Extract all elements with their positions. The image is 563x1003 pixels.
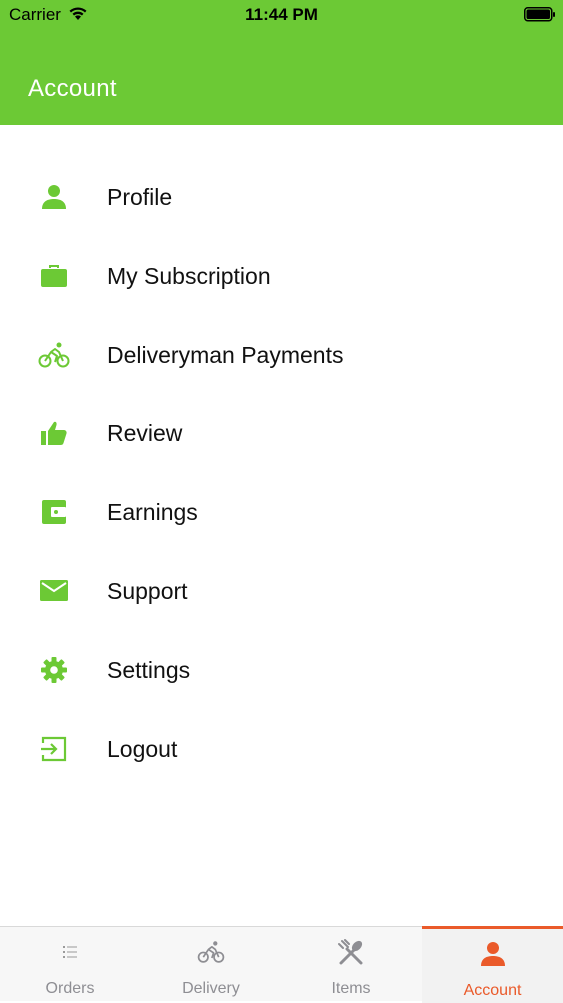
- menu-item-label: Deliveryman Payments: [107, 341, 344, 368]
- status-bar: Carrier 11:44 PM: [0, 0, 563, 30]
- status-time: 11:44 PM: [245, 5, 318, 24]
- tab-bar: Orders Delivery Items Account: [0, 926, 563, 1003]
- menu-item-deliveryman-payments[interactable]: Deliveryman Payments: [0, 316, 563, 395]
- logout-icon: [38, 733, 70, 765]
- app-header: Carrier 11:44 PM Account: [0, 0, 563, 125]
- menu-item-label: Logout: [107, 735, 178, 762]
- battery-icon: [524, 7, 555, 22]
- menu-item-my-subscription[interactable]: My Subscription: [0, 237, 563, 316]
- menu-item-label: Earnings: [107, 499, 198, 526]
- tab-account[interactable]: Account: [422, 926, 563, 1003]
- wallet-icon: [38, 496, 70, 528]
- envelope-icon: [38, 575, 70, 607]
- person-icon: [38, 181, 70, 213]
- tab-label: Orders: [45, 980, 95, 997]
- page-title: Account: [28, 75, 117, 102]
- tab-label: Delivery: [182, 980, 240, 997]
- person-icon: [422, 939, 563, 969]
- menu-item-label: Profile: [107, 184, 173, 210]
- gear-icon: [38, 654, 70, 686]
- menu-item-label: My Subscription: [107, 262, 271, 289]
- menu-item-support[interactable]: Support: [0, 552, 563, 631]
- tab-label: Items: [331, 980, 371, 997]
- tab-items[interactable]: Items: [281, 927, 421, 1001]
- menu-item-label: Support: [107, 577, 188, 604]
- menu-item-label: Review: [107, 420, 183, 447]
- menu-item-earnings[interactable]: Earnings: [0, 473, 563, 552]
- menu-item-review[interactable]: Review: [0, 394, 563, 473]
- tab-delivery[interactable]: Delivery: [141, 927, 281, 1001]
- account-menu: Profile My Subscription Deliveryman Paym…: [0, 158, 563, 788]
- menu-item-logout[interactable]: Logout: [0, 710, 563, 789]
- bicycle-icon: [38, 339, 70, 371]
- briefcase-icon: [38, 260, 70, 292]
- menu-item-label: Settings: [107, 656, 191, 683]
- menu-item-settings[interactable]: Settings: [0, 631, 563, 710]
- tab-orders[interactable]: Orders: [0, 927, 140, 1001]
- utensils-icon: [281, 937, 421, 967]
- tab-label: Account: [463, 982, 522, 999]
- menu-item-profile[interactable]: Profile: [0, 158, 563, 237]
- bicycle-icon: [141, 937, 281, 967]
- thumbs-up-icon: [38, 417, 70, 449]
- list-icon: [0, 937, 140, 967]
